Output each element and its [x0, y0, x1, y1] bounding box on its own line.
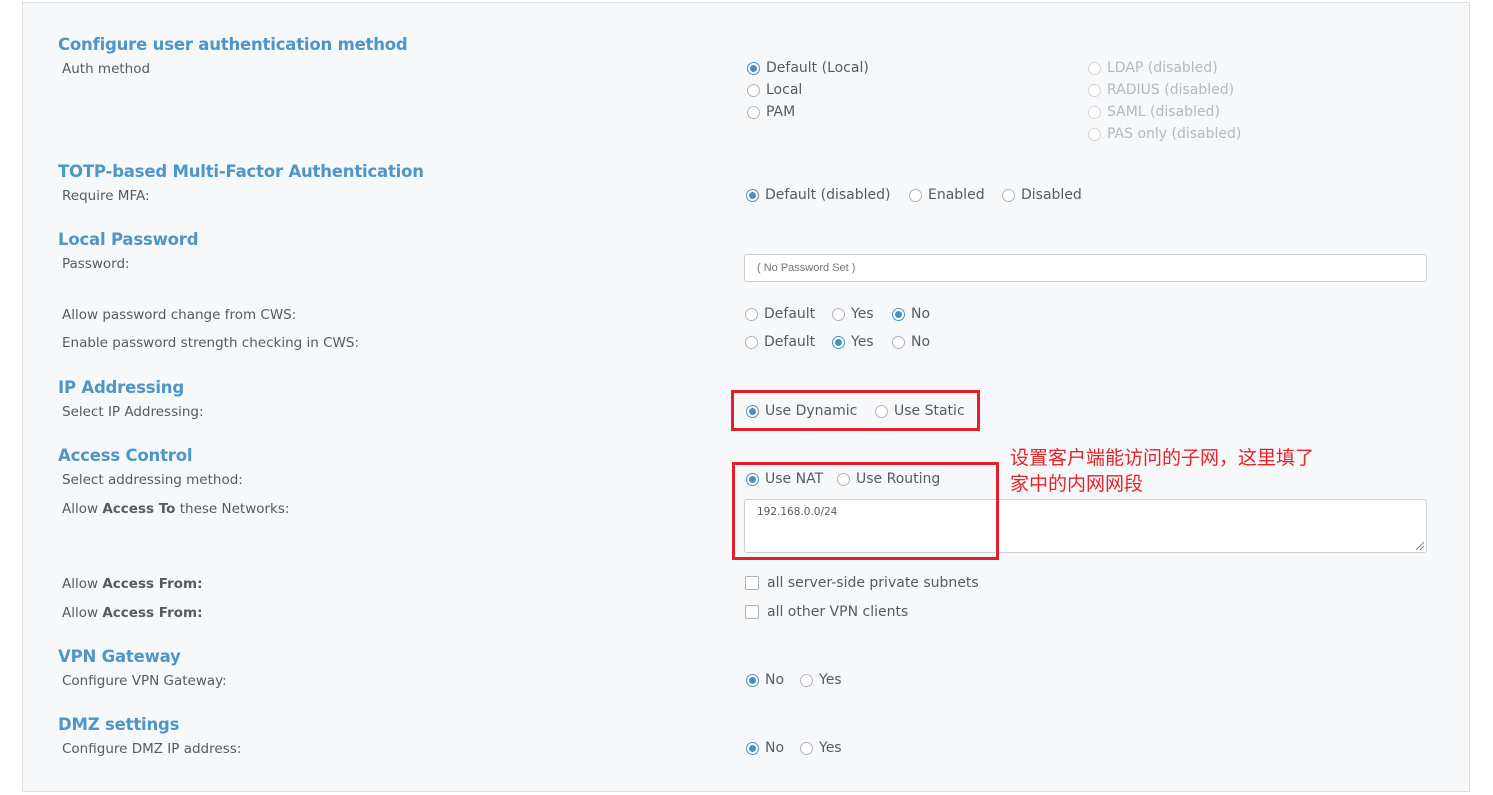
- checkbox-label: all other VPN clients: [767, 604, 909, 620]
- access-from-label-2: Allow Access From:: [62, 605, 203, 621]
- radio-label: Yes: [819, 672, 842, 688]
- annotation-box-access-control: [732, 462, 999, 560]
- ip-addressing-label: Select IP Addressing:: [62, 404, 204, 420]
- radio-icon: [747, 105, 760, 119]
- addressing-method-label: Select addressing method:: [62, 472, 243, 488]
- radio-pw-strength-default[interactable]: Default: [745, 334, 815, 350]
- radio-icon: [832, 307, 845, 321]
- radio-icon: [1088, 61, 1101, 75]
- textarea-resize-handle[interactable]: [1416, 542, 1424, 550]
- section-title-auth: Configure user authentication method: [58, 35, 408, 54]
- radio-selected-icon: [746, 188, 759, 202]
- radio-icon: [1088, 105, 1101, 119]
- radio-pw-strength-yes[interactable]: Yes: [832, 334, 874, 350]
- checkbox-private-subnets[interactable]: all server-side private subnets: [745, 575, 979, 591]
- radio-icon: [1002, 188, 1015, 202]
- annotation-line-1: 设置客户端能访问的子网，这里填了: [1010, 447, 1315, 469]
- radio-gateway-yes[interactable]: Yes: [800, 672, 842, 688]
- checkbox-icon: [745, 576, 759, 590]
- access-from-label-1: Allow Access From:: [62, 576, 203, 592]
- radio-pw-change-yes[interactable]: Yes: [832, 306, 874, 322]
- radio-auth-ldap: LDAP (disabled): [1088, 60, 1218, 76]
- radio-selected-icon: [832, 335, 845, 349]
- radio-auth-pam[interactable]: PAM: [747, 104, 795, 120]
- radio-mfa-default[interactable]: Default (disabled): [746, 187, 890, 203]
- radio-auth-default-local[interactable]: Default (Local): [747, 60, 869, 76]
- radio-icon: [747, 83, 760, 97]
- section-title-local-password: Local Password: [58, 230, 199, 249]
- checkbox-vpn-clients[interactable]: all other VPN clients: [745, 604, 908, 620]
- radio-label: Yes: [851, 306, 874, 322]
- radio-selected-icon: [746, 741, 759, 755]
- radio-auth-pas-only: PAS only (disabled): [1088, 126, 1241, 142]
- radio-pw-strength-no[interactable]: No: [892, 334, 930, 350]
- radio-icon: [745, 307, 758, 321]
- radio-dmz-no[interactable]: No: [746, 740, 784, 756]
- radio-mfa-disabled[interactable]: Disabled: [1002, 187, 1082, 203]
- radio-selected-icon: [746, 673, 759, 687]
- vpn-gateway-label: Configure VPN Gateway:: [62, 673, 227, 689]
- section-title-dmz: DMZ settings: [58, 715, 180, 734]
- radio-dmz-yes[interactable]: Yes: [800, 740, 842, 756]
- radio-label: Default (disabled): [765, 187, 891, 203]
- radio-mfa-enabled[interactable]: Enabled: [909, 187, 985, 203]
- checkbox-icon: [745, 605, 759, 619]
- radio-label: Local: [766, 82, 803, 98]
- access-to-networks-label: Allow Access To these Networks:: [62, 501, 290, 517]
- radio-label: No: [911, 334, 931, 350]
- radio-label: Disabled: [1021, 187, 1082, 203]
- require-mfa-label: Require MFA:: [62, 188, 150, 204]
- radio-auth-local[interactable]: Local: [747, 82, 802, 98]
- radio-icon: [800, 741, 813, 755]
- password-strength-label: Enable password strength checking in CWS…: [62, 335, 359, 351]
- radio-label: Default (Local): [766, 60, 869, 76]
- radio-icon: [892, 335, 905, 349]
- annotation-box-ip-addressing: [731, 390, 980, 431]
- section-title-ip-addressing: IP Addressing: [58, 378, 184, 397]
- radio-label: PAM: [766, 104, 796, 120]
- checkbox-label: all server-side private subnets: [767, 575, 979, 591]
- radio-label: SAML (disabled): [1107, 104, 1220, 120]
- radio-label: Default: [764, 334, 816, 350]
- radio-auth-saml: SAML (disabled): [1088, 104, 1220, 120]
- radio-icon: [1088, 83, 1101, 97]
- radio-label: Yes: [851, 334, 874, 350]
- section-title-vpn-gateway: VPN Gateway: [58, 647, 181, 666]
- section-title-mfa: TOTP-based Multi-Factor Authentication: [58, 162, 424, 181]
- radio-selected-icon: [892, 307, 905, 321]
- radio-icon: [1088, 127, 1101, 141]
- radio-label: No: [765, 740, 785, 756]
- radio-icon: [800, 673, 813, 687]
- section-title-access-control: Access Control: [58, 446, 193, 465]
- radio-label: RADIUS (disabled): [1107, 82, 1235, 98]
- radio-label: LDAP (disabled): [1107, 60, 1218, 76]
- dmz-label: Configure DMZ IP address:: [62, 741, 242, 757]
- radio-label: No: [765, 672, 785, 688]
- radio-gateway-no[interactable]: No: [746, 672, 784, 688]
- radio-pw-change-no[interactable]: No: [892, 306, 930, 322]
- radio-label: Yes: [819, 740, 842, 756]
- radio-auth-radius: RADIUS (disabled): [1088, 82, 1234, 98]
- annotation-line-2: 家中的内网网段: [1010, 473, 1144, 495]
- radio-icon: [745, 335, 758, 349]
- auth-method-label: Auth method: [62, 61, 151, 77]
- radio-label: No: [911, 306, 931, 322]
- password-input[interactable]: [744, 254, 1427, 282]
- radio-label: PAS only (disabled): [1107, 126, 1242, 142]
- radio-selected-icon: [747, 61, 760, 75]
- password-label: Password:: [62, 256, 130, 272]
- annotation-text: 设置客户端能访问的子网，这里填了 家中的内网网段: [1010, 445, 1314, 497]
- radio-pw-change-default[interactable]: Default: [745, 306, 815, 322]
- radio-label: Enabled: [928, 187, 985, 203]
- password-change-label: Allow password change from CWS:: [62, 307, 297, 323]
- radio-icon: [909, 188, 922, 202]
- radio-label: Default: [764, 306, 816, 322]
